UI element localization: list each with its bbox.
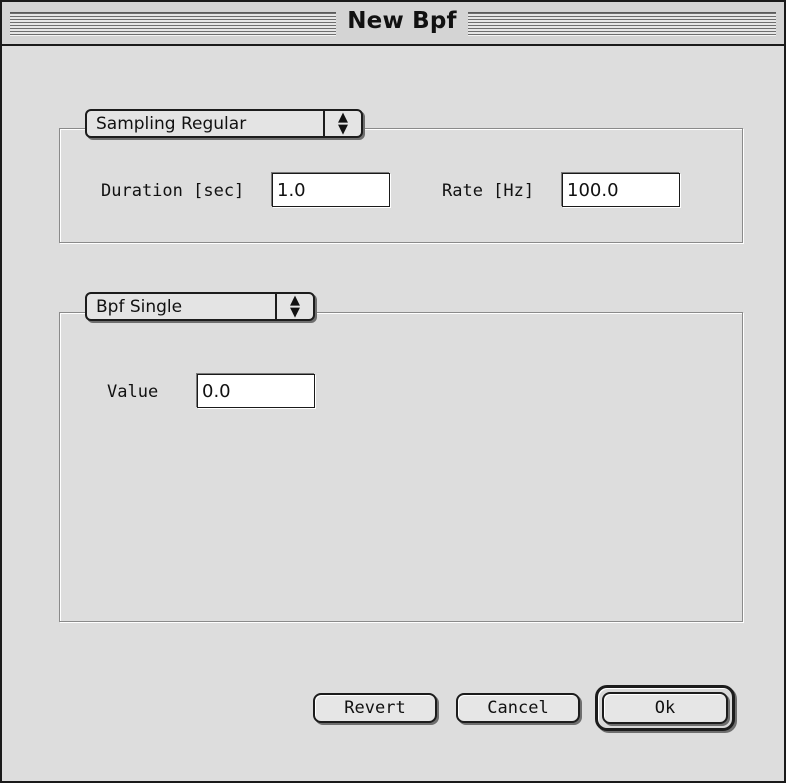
value-label: Value xyxy=(107,382,159,402)
updown-arrows-icon: ▲ ▼ xyxy=(275,294,313,319)
duration-field[interactable] xyxy=(272,173,390,207)
title-bar-stripes-right xyxy=(468,12,776,36)
title-bar[interactable]: New Bpf xyxy=(2,2,784,46)
value-field[interactable] xyxy=(197,374,315,408)
bpf-mode-label: Bpf Single xyxy=(96,297,183,317)
sampling-mode-popup[interactable]: Sampling Regular ▲ ▼ xyxy=(85,109,363,138)
sampling-mode-label: Sampling Regular xyxy=(96,114,247,134)
updown-arrows-icon: ▲ ▼ xyxy=(323,111,361,136)
bpf-group xyxy=(59,312,743,622)
new-bpf-dialog: New Bpf Sampling Regular ▲ ▼ Duration [se… xyxy=(0,0,786,783)
title-bar-stripes-left xyxy=(10,12,336,36)
rate-field[interactable] xyxy=(562,173,680,207)
ok-button[interactable]: Ok xyxy=(602,692,728,724)
window-title: New Bpf xyxy=(347,8,457,34)
revert-button[interactable]: Revert xyxy=(313,693,437,723)
rate-label: Rate [Hz] xyxy=(442,181,535,201)
duration-label: Duration [sec] xyxy=(101,181,245,201)
cancel-button[interactable]: Cancel xyxy=(456,693,580,723)
bpf-mode-popup[interactable]: Bpf Single ▲ ▼ xyxy=(85,292,315,321)
